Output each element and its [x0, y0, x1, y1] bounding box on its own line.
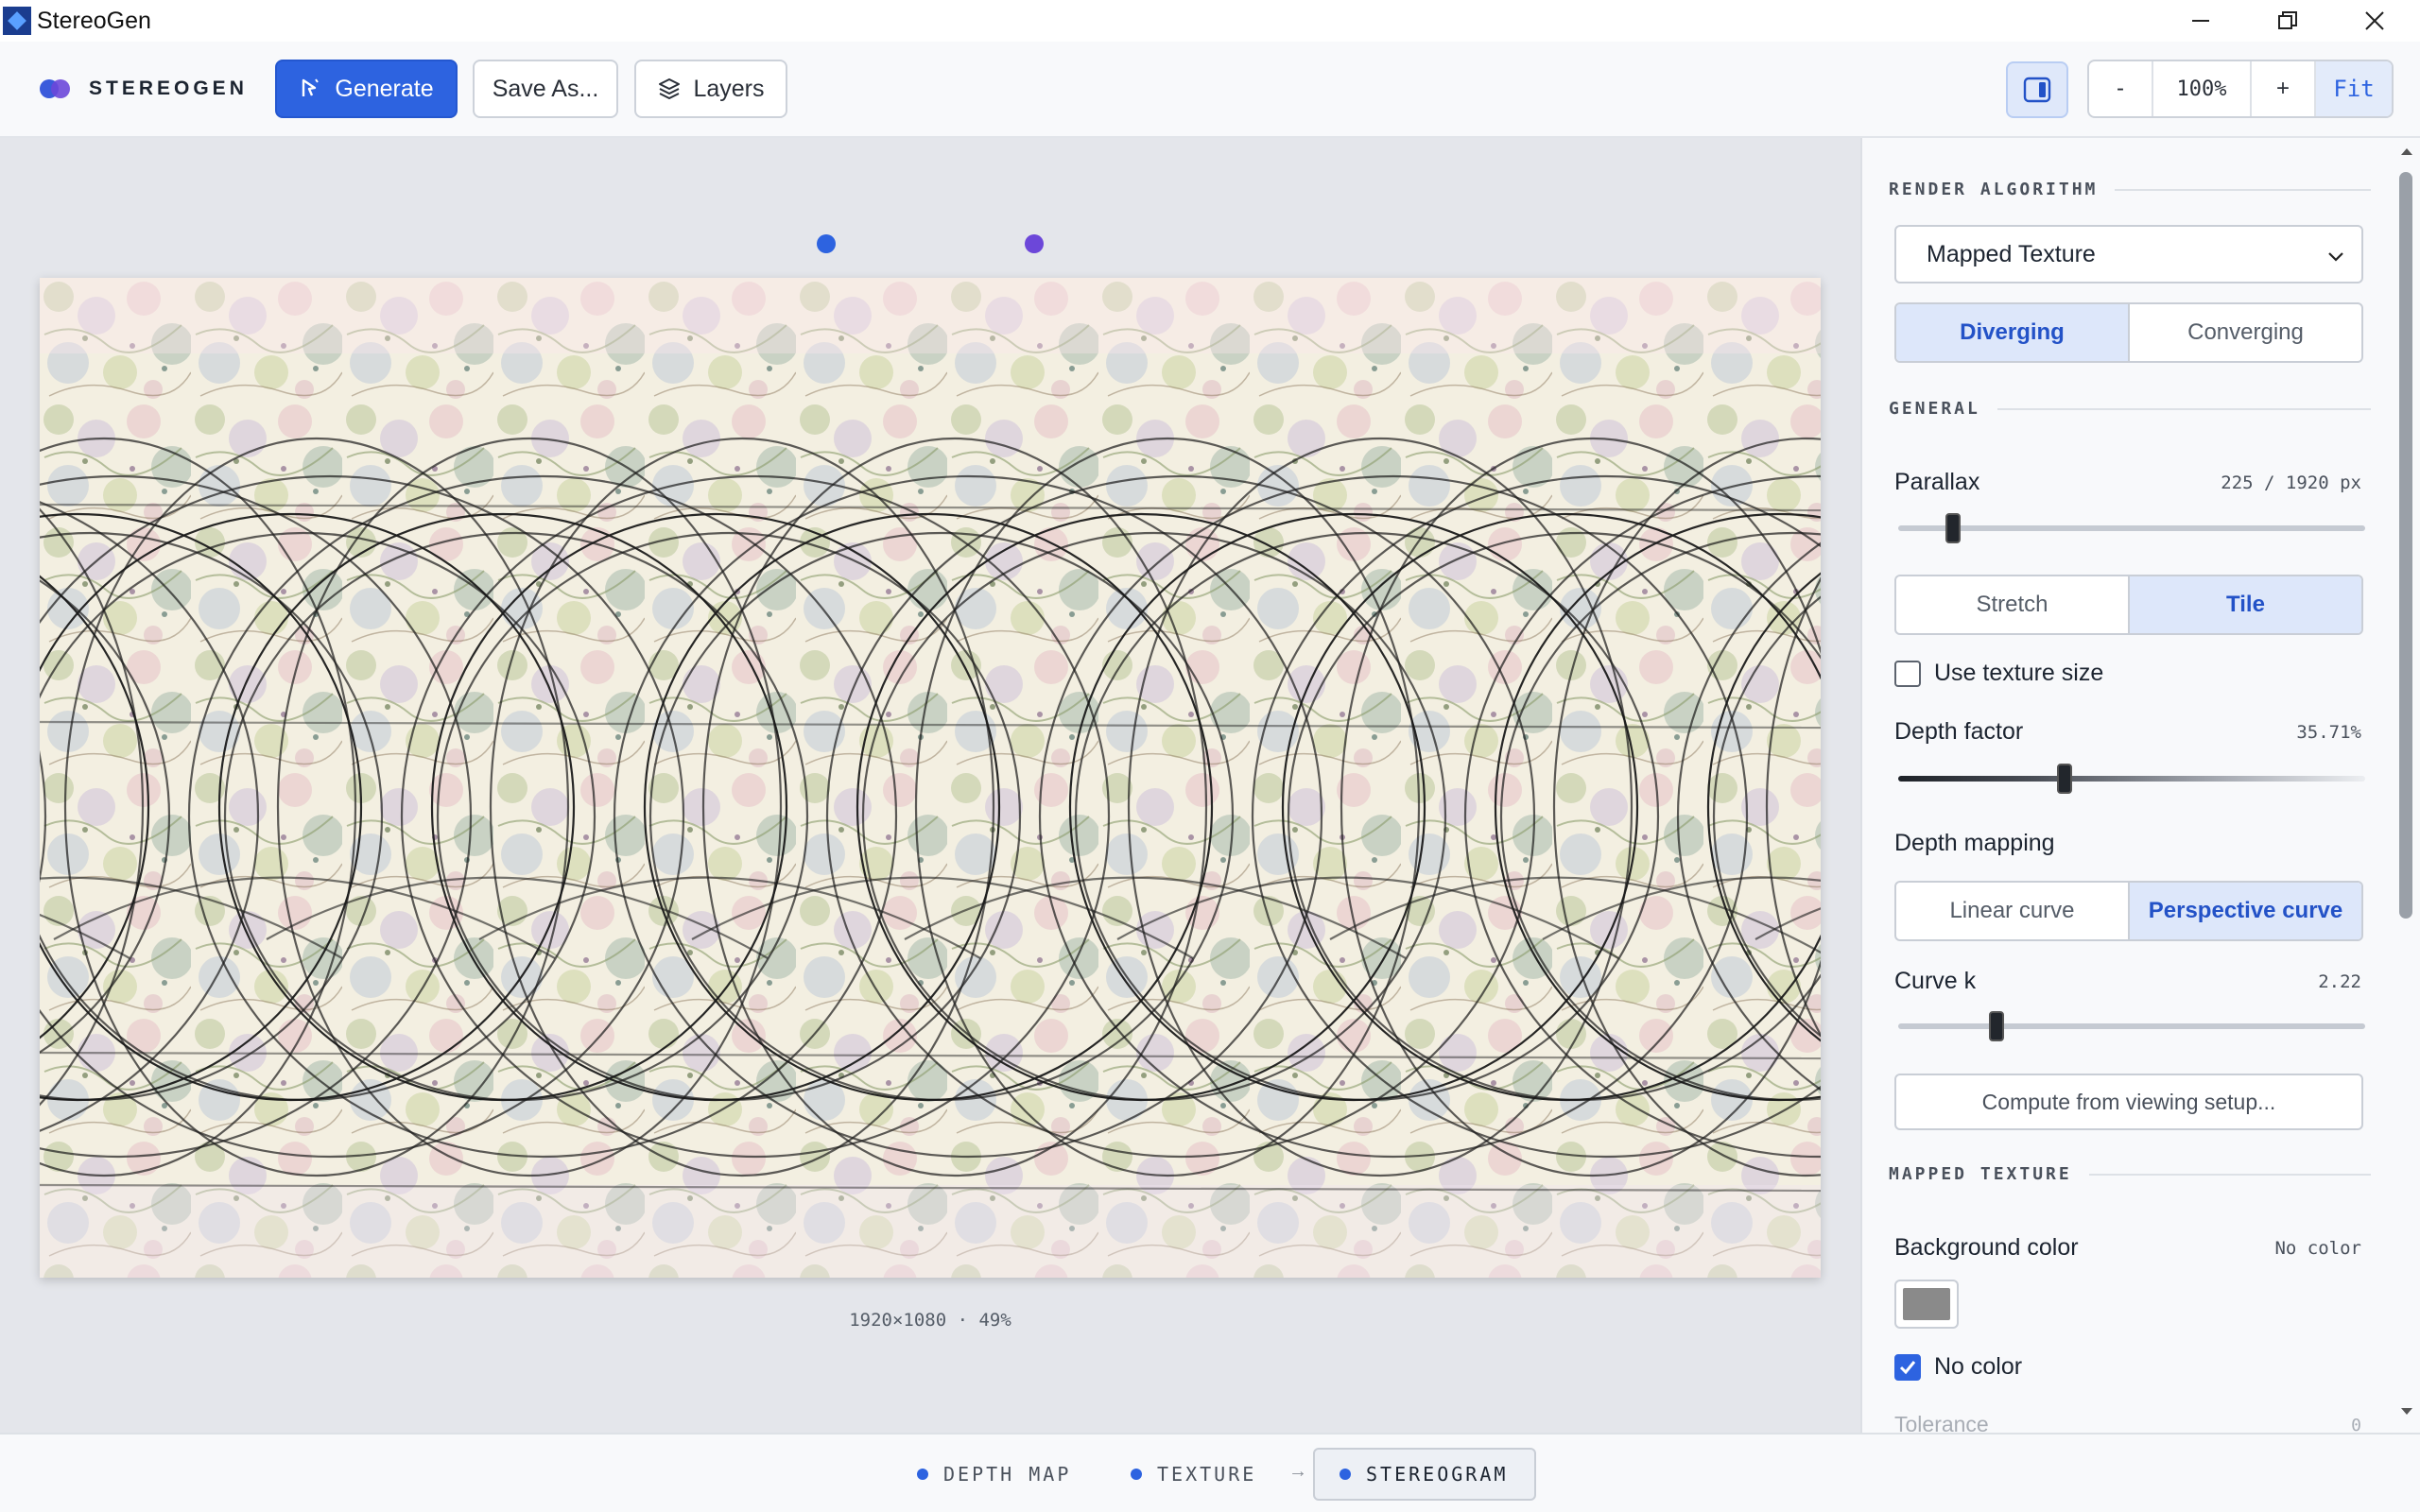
depth-factor-value: 35.71%	[2296, 722, 2361, 743]
toggle-panel-button[interactable]	[2006, 61, 2068, 118]
guide-dot-right	[1025, 234, 1044, 253]
depth-mapping-label: Depth mapping	[1894, 830, 2055, 856]
diverging-option[interactable]: Diverging	[1896, 304, 2128, 361]
toolbar: STEREOGEN Generate Save As... Layers - 1…	[0, 42, 2420, 138]
bottom-tab-bar: DEPTH MAP TEXTURE → STEREOGRAM	[0, 1433, 2420, 1512]
restore-icon	[2278, 11, 2297, 29]
checkbox-label: Use texture size	[1934, 660, 2104, 686]
panel-scrollbar[interactable]	[2394, 138, 2420, 1433]
checkbox-label: No color	[1934, 1353, 2023, 1380]
close-button[interactable]	[2331, 0, 2418, 42]
generate-button[interactable]: Generate	[275, 60, 458, 118]
app-icon	[3, 7, 31, 35]
slider-thumb[interactable]	[1945, 513, 1961, 543]
depth-factor-slider[interactable]	[1898, 764, 2365, 794]
status-dot	[1340, 1469, 1351, 1480]
background-color-value: No color	[2274, 1238, 2361, 1259]
canvas-info: 1920×1080 · 49%	[849, 1310, 1011, 1331]
converging-option[interactable]: Converging	[2128, 304, 2361, 361]
generate-label: Generate	[335, 75, 434, 102]
parallax-value: 225 / 1920 px	[2221, 472, 2361, 493]
fit-button[interactable]: Fit	[2316, 61, 2392, 116]
logo-text: STEREOGEN	[89, 77, 248, 99]
use-texture-size-checkbox[interactable]: Use texture size	[1894, 660, 2103, 687]
perspective-curve-option[interactable]: Perspective curve	[2128, 883, 2361, 939]
tile-option[interactable]: Tile	[2128, 576, 2361, 633]
scrollbar-thumb[interactable]	[2399, 172, 2412, 919]
curve-k-value: 2.22	[2318, 971, 2361, 992]
zoom-level: 100%	[2153, 61, 2252, 116]
tolerance-value: 0	[2351, 1416, 2361, 1433]
save-as-label: Save As...	[492, 75, 599, 102]
curve-k-label: Curve k	[1894, 968, 1977, 994]
render-algorithm-select[interactable]: Mapped Texture	[1894, 225, 2363, 284]
section-render-algorithm: RENDER ALGORITHM	[1889, 180, 2371, 199]
title-bar: StereoGen	[0, 0, 2420, 42]
swatch-fill	[1903, 1288, 1950, 1320]
fill-mode-toggle: Stretch Tile	[1894, 575, 2363, 635]
wand-icon	[299, 77, 323, 101]
linear-curve-option[interactable]: Linear curve	[1896, 883, 2128, 939]
settings-panel: RENDER ALGORITHM Mapped Texture Divergin…	[1860, 138, 2420, 1433]
checkbox-box[interactable]	[1894, 1353, 1921, 1381]
checkmark-icon	[1899, 1360, 1916, 1374]
app-logo: STEREOGEN	[40, 77, 248, 100]
depth-mapping-toggle: Linear curve Perspective curve	[1894, 881, 2363, 941]
parallax-slider[interactable]	[1898, 513, 2365, 543]
no-color-checkbox[interactable]: No color	[1894, 1353, 2022, 1381]
tab-stereogram[interactable]: STEREOGRAM	[1313, 1448, 1537, 1501]
status-dot	[1131, 1469, 1142, 1480]
scroll-up-icon[interactable]	[2399, 146, 2414, 157]
select-value: Mapped Texture	[1927, 240, 2096, 267]
viewing-mode-toggle: Diverging Converging	[1894, 302, 2363, 363]
stereogram-image	[40, 278, 1821, 1278]
section-general: GENERAL	[1889, 399, 2371, 419]
minimize-button[interactable]	[2157, 0, 2244, 42]
tab-label: TEXTURE	[1157, 1463, 1257, 1486]
slider-thumb[interactable]	[2057, 764, 2073, 794]
layers-button[interactable]: Layers	[634, 60, 787, 118]
stretch-option[interactable]: Stretch	[1896, 576, 2128, 633]
depth-factor-label: Depth factor	[1894, 718, 2024, 745]
background-color-swatch[interactable]	[1894, 1280, 1959, 1329]
parallax-label: Parallax	[1894, 469, 1980, 495]
tab-label: STEREOGRAM	[1366, 1463, 1509, 1486]
status-dot	[917, 1469, 928, 1480]
tolerance-label: Tolerance	[1894, 1412, 1989, 1433]
section-heading: RENDER ALGORITHM	[1889, 180, 2099, 199]
scroll-down-icon[interactable]	[2399, 1406, 2414, 1418]
window-title: StereoGen	[37, 7, 151, 34]
section-heading: MAPPED TEXTURE	[1889, 1164, 2072, 1184]
curve-k-slider[interactable]	[1898, 1011, 2365, 1041]
section-mapped-texture: MAPPED TEXTURE	[1889, 1164, 2371, 1184]
section-heading: GENERAL	[1889, 399, 1980, 419]
zoom-in-button[interactable]: +	[2252, 61, 2316, 116]
sidebar-toggle-icon	[2023, 77, 2051, 103]
close-icon	[2365, 11, 2384, 30]
zoom-out-button[interactable]: -	[2089, 61, 2153, 116]
canvas-area: 1920×1080 · 49%	[0, 138, 1860, 1433]
slider-thumb[interactable]	[1988, 1011, 2004, 1041]
chevron-down-icon	[2328, 252, 2343, 262]
minimize-icon	[2192, 20, 2209, 22]
checkbox-box[interactable]	[1894, 660, 1921, 687]
restore-button[interactable]	[2244, 0, 2331, 42]
layers-icon	[657, 77, 682, 101]
save-as-button[interactable]: Save As...	[473, 60, 618, 118]
tab-label: DEPTH MAP	[943, 1463, 1072, 1486]
zoom-controls: - 100% + Fit	[2087, 60, 2394, 118]
tab-depth-map[interactable]: DEPTH MAP	[917, 1448, 1071, 1501]
logo-icon	[40, 78, 72, 99]
tab-texture[interactable]: TEXTURE	[1131, 1448, 1256, 1501]
background-color-label: Background color	[1894, 1234, 2079, 1261]
guide-dot-left	[817, 234, 836, 253]
compute-viewing-setup-button[interactable]: Compute from viewing setup...	[1894, 1074, 2363, 1130]
arrow-right-icon: →	[1288, 1461, 1307, 1482]
layers-label: Layers	[693, 75, 765, 102]
